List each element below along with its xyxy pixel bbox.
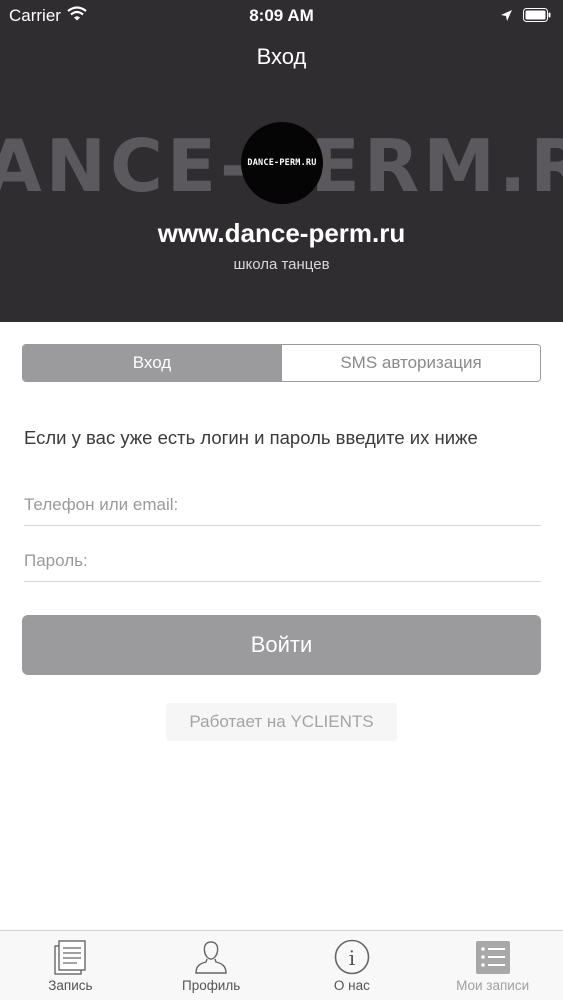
- tab-booking[interactable]: Запись: [0, 931, 141, 1000]
- status-right: [500, 7, 551, 27]
- brand-logo: DANCE-PERM.RU: [241, 122, 323, 204]
- person-icon: [191, 937, 231, 977]
- header: Carrier 8:09 AM Вход DANCE-PERM.RU www.d…: [0, 0, 563, 322]
- tab-profile[interactable]: Профиль: [141, 931, 282, 1000]
- segment-login-label: Вход: [132, 353, 172, 372]
- auth-mode-segmented-control: Вход SMS авторизация: [22, 344, 541, 382]
- tab-about[interactable]: i О нас: [282, 931, 423, 1000]
- location-arrow-icon: [500, 7, 513, 27]
- tab-my-bookings-label: Мои записи: [456, 978, 530, 993]
- svg-text:i: i: [349, 946, 355, 970]
- segment-sms-label: SMS авторизация: [340, 353, 482, 372]
- login-hint: Если у вас уже есть логин и пароль введи…: [24, 427, 478, 448]
- password-field: [24, 536, 541, 582]
- tab-my-bookings[interactable]: Мои записи: [422, 931, 563, 1000]
- tab-about-label: О нас: [333, 978, 370, 993]
- document-icon: [50, 937, 90, 977]
- site-subtitle: школа танцев: [233, 256, 330, 273]
- powered-by-button[interactable]: Работает на YCLIENTS: [166, 703, 397, 741]
- info-icon: i: [332, 937, 372, 977]
- login-button[interactable]: Войти: [22, 615, 541, 675]
- password-input[interactable]: [24, 546, 541, 576]
- tab-bar: Запись Профиль i О нас Мои записи: [0, 930, 563, 1000]
- tab-profile-label: Профиль: [181, 978, 241, 993]
- nav-title: Вход: [256, 44, 307, 69]
- status-time: 8:09 AM: [249, 6, 314, 25]
- segment-login[interactable]: Вход: [23, 345, 281, 381]
- status-bar: Carrier 8:09 AM: [0, 0, 563, 32]
- list-icon: [473, 937, 513, 977]
- site-title: www.dance-perm.ru: [157, 218, 406, 248]
- login-input[interactable]: [24, 490, 541, 520]
- tab-booking-label: Запись: [48, 978, 93, 993]
- login-field: [24, 480, 541, 526]
- battery-icon: [523, 7, 551, 27]
- segment-sms-auth[interactable]: SMS авторизация: [281, 345, 540, 381]
- logo-text: DANCE-PERM.RU: [247, 158, 317, 168]
